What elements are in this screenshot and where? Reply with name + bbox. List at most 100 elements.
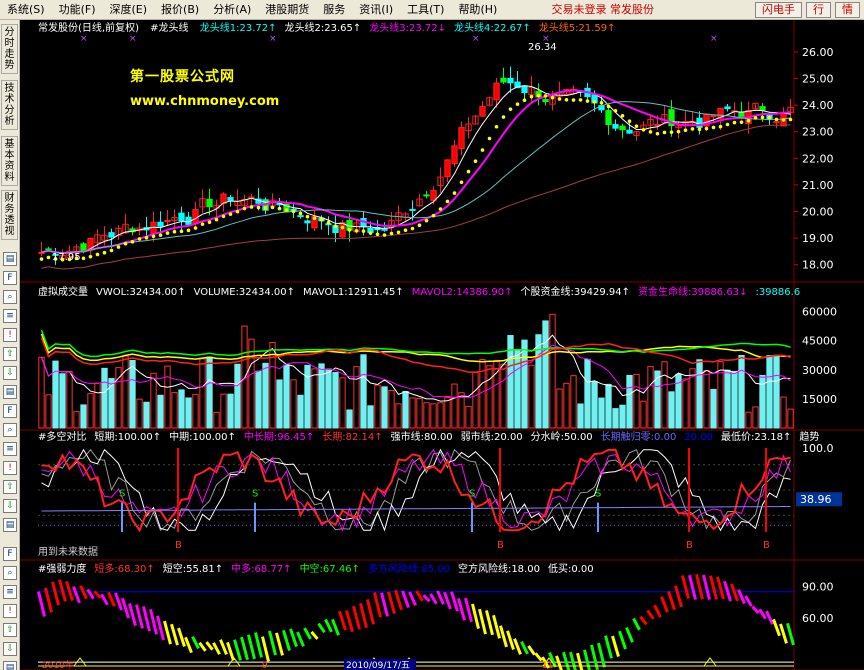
menu-item-1[interactable]: 功能(F) [52, 0, 103, 20]
side-tab-0[interactable]: 分时走势 [1, 24, 18, 74]
sell-signal-label: S [119, 489, 125, 500]
strength-bar [100, 593, 109, 606]
menu-hotkey: (T) [429, 2, 445, 16]
volume-bar [416, 397, 423, 429]
strength-bar [401, 590, 410, 608]
dotted-trend-point [137, 237, 142, 241]
volume-bar [101, 367, 108, 429]
strength-bar [373, 592, 382, 618]
up-arrow-icon[interactable]: ⇧ [3, 623, 17, 637]
alert-icon[interactable]: ! [3, 604, 17, 618]
down-arrow-icon[interactable]: ⇩ [3, 499, 17, 513]
calc-icon[interactable]: ≡ [3, 585, 17, 599]
f10-icon[interactable]: F [3, 547, 17, 561]
volume-bar [332, 372, 339, 429]
alert-icon[interactable]: ! [3, 461, 17, 475]
buy-signal-label: B [686, 540, 693, 551]
f10-icon[interactable]: F [3, 404, 17, 418]
menu-item-8[interactable]: 工具(T) [400, 0, 451, 20]
strength-bar [443, 591, 452, 610]
dotted-trend-point [165, 231, 170, 235]
menu-item-0[interactable]: 系统(S) [0, 0, 52, 20]
duokong-current-value: 38.96 [800, 493, 832, 506]
qiangruo-label-7: 低买:0.00 [547, 564, 594, 575]
strength-bar [366, 599, 375, 625]
qiangruo-label-5: 多方风险线:85.00 [367, 564, 450, 575]
menu-item-5[interactable]: 港股期货 [258, 0, 316, 20]
volume-header: 虚拟成交量 VWOL:32434.00↑ VOLUME:32434.00↑ MAVOL… [38, 287, 808, 299]
top-button-0[interactable]: 闪电手 [755, 2, 802, 18]
dotted-trend-point [788, 117, 793, 122]
volume-bar [339, 377, 346, 429]
menu-item-9[interactable]: 帮助(H) [451, 0, 504, 20]
strength-bar [219, 639, 228, 656]
search-icon[interactable]: ⌕ [3, 290, 17, 304]
price-axis-label: 26.00 [802, 46, 834, 59]
calc-icon[interactable]: ≡ [3, 309, 17, 323]
top-button-2[interactable]: 情 [835, 2, 860, 18]
price-axis-label: 21.00 [802, 179, 834, 192]
menu-item-2[interactable]: 深度(E) [103, 0, 155, 20]
dotted-trend-point [592, 100, 597, 104]
search-icon[interactable]: ⌕ [3, 566, 17, 580]
up-arrow-icon[interactable]: ⇧ [3, 347, 17, 361]
side-tab-3[interactable]: 财务透视 [1, 190, 18, 240]
volume-bar [703, 370, 710, 429]
chart-icon[interactable]: ▤ [3, 518, 17, 532]
chart-icon[interactable]: ▤ [3, 252, 17, 266]
dotted-trend-point [333, 224, 338, 228]
candle-body [493, 82, 500, 101]
volume-bar [164, 365, 171, 429]
volume-bar [409, 397, 416, 429]
alert-icon[interactable]: ! [3, 328, 17, 342]
qiangruo-header: #强弱力度 短多:68.30↑ 短空:55.81↑ 中多:68.77↑ 中空:67.46… [38, 564, 602, 576]
chart-icon[interactable]: ▤ [3, 661, 17, 670]
menu-item-6[interactable]: 服务 [316, 0, 352, 20]
search-icon[interactable]: ⌕ [3, 423, 17, 437]
dotted-trend-point [193, 226, 198, 230]
side-tab-2[interactable]: 基本资料 [1, 136, 18, 186]
strength-bar [51, 581, 60, 606]
menu-item-label: 报价 [161, 2, 184, 16]
volume-bar [668, 391, 675, 429]
dotted-trend-point [326, 220, 331, 225]
f10-icon[interactable]: F [3, 271, 17, 285]
strength-bar [744, 595, 753, 607]
strength-bar [723, 580, 732, 602]
top-marker: × [710, 34, 718, 44]
menu-item-3[interactable]: 报价(B) [154, 0, 206, 20]
menu-item-4[interactable]: 分析(A) [206, 0, 258, 20]
duokong-label-10: 最低价:23.18↑ [720, 432, 792, 443]
side-tab-1[interactable]: 技术分析 [1, 80, 18, 130]
volume-bar [122, 355, 129, 429]
volume-bar [227, 393, 234, 429]
strength-bar [674, 585, 683, 608]
strength-bar [695, 574, 704, 600]
menu-item-label: 工具 [407, 2, 430, 16]
dotted-trend-point [305, 214, 310, 219]
menu-item-7[interactable]: 资讯(I) [352, 0, 400, 20]
strength-bar [387, 591, 396, 614]
volume-bar [381, 386, 388, 429]
volume-bar [38, 356, 45, 429]
strength-bar [520, 640, 529, 655]
volume-bar [255, 370, 262, 429]
chart-icon[interactable]: ▤ [3, 385, 17, 399]
strength-bar [107, 591, 116, 607]
chart-area[interactable]: 26.00 25.00 24.00 23.00 22.00 21.00 20.00 19.00… [20, 20, 864, 670]
top-button-1[interactable]: 行 [806, 2, 831, 18]
strength-bar [429, 593, 438, 605]
sell-signal-label: S [252, 489, 258, 500]
dotted-trend-point [221, 214, 226, 219]
volume-bar [465, 405, 472, 429]
volume-bar [500, 363, 507, 429]
calc-icon[interactable]: ≡ [3, 442, 17, 456]
down-arrow-icon[interactable]: ⇩ [3, 642, 17, 656]
dotted-trend-point [445, 199, 450, 204]
volume-bar [283, 364, 290, 429]
strength-bar [450, 591, 459, 612]
up-arrow-icon[interactable]: ⇧ [3, 480, 17, 494]
strength-bar [786, 622, 795, 646]
down-arrow-icon[interactable]: ⇩ [3, 366, 17, 380]
strength-bar [583, 649, 591, 670]
